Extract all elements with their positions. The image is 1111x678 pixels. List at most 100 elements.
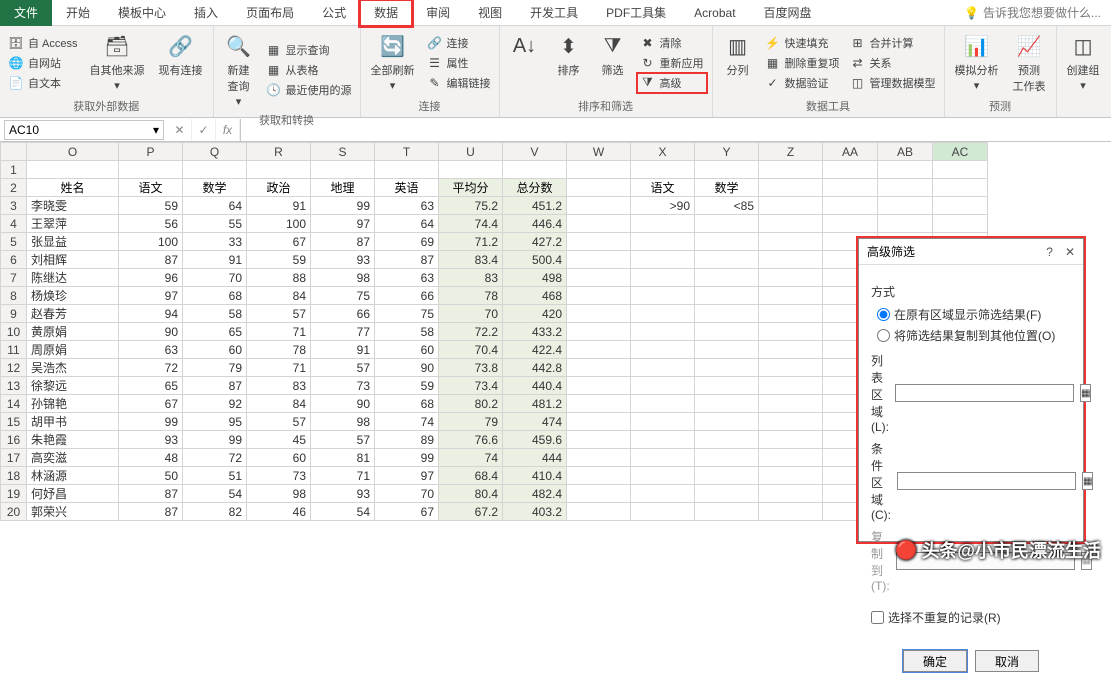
group-label <box>1063 112 1104 117</box>
what-if[interactable]: 📊模拟分析▾ <box>951 29 1003 96</box>
relationships[interactable]: ⇄关系 <box>848 54 938 72</box>
col-header[interactable]: U <box>439 143 503 161</box>
refresh-all[interactable]: 🔄全部刷新▾ <box>367 29 419 96</box>
tab-insert[interactable]: 插入 <box>180 0 232 26</box>
remove-dup[interactable]: ▦删除重复项 <box>763 54 842 72</box>
list-range-label: 列表区域(L): <box>871 352 889 434</box>
web-icon: 🌐 <box>8 55 24 71</box>
advanced-icon: ⧩ <box>640 75 656 91</box>
radio-copy-to[interactable]: 将筛选结果复制到其他位置(O) <box>871 325 1071 346</box>
tab-file[interactable]: 文件 <box>0 0 52 26</box>
range-picker-icon[interactable]: ▦ <box>1080 384 1091 402</box>
from-table[interactable]: ▦从表格 <box>264 61 354 79</box>
cancel-button[interactable]: 取消 <box>975 650 1039 672</box>
tell-me[interactable]: 💡告诉我您想要做什么... <box>954 0 1111 25</box>
group-connections: 🔄全部刷新▾ 🔗连接 ☰属性 ✎编辑链接 连接 <box>361 26 500 117</box>
from-other[interactable]: 🗃自其他来源▾ <box>86 29 149 96</box>
sort-az[interactable]: A↓ <box>506 29 544 96</box>
tab-formulas[interactable]: 公式 <box>308 0 360 26</box>
col-header[interactable]: Q <box>183 143 247 161</box>
col-header[interactable]: Z <box>759 143 823 161</box>
rel-icon: ⇄ <box>850 55 866 71</box>
whatif-icon: 📊 <box>962 31 992 61</box>
create-group[interactable]: ◫创建组▾ <box>1063 29 1104 112</box>
tab-templates[interactable]: 模板中心 <box>104 0 180 26</box>
from-text[interactable]: 📄自文本 <box>6 74 80 92</box>
clear-filter[interactable]: ✖清除 <box>638 34 706 52</box>
ribbon: 🗄自 Access 🌐自网站 📄自文本 🗃自其他来源▾ 🔗现有连接 获取外部数据… <box>0 26 1111 118</box>
group-get-transform: 🔍新建 查询▾ ▦显示查询 ▦从表格 🕓最近使用的源 获取和转换 <box>214 26 361 117</box>
criteria-range-input[interactable] <box>897 472 1076 490</box>
tab-acrobat[interactable]: Acrobat <box>680 0 749 26</box>
tab-page-layout[interactable]: 页面布局 <box>232 0 308 26</box>
connections[interactable]: 🔗连接 <box>425 34 493 52</box>
dialog-help[interactable]: ? <box>1046 245 1053 259</box>
group-label: 连接 <box>367 96 493 117</box>
col-header[interactable]: W <box>567 143 631 161</box>
cancel-formula[interactable]: ✕ <box>168 119 192 141</box>
col-header[interactable]: AA <box>823 143 878 161</box>
recent-sources[interactable]: 🕓最近使用的源 <box>264 81 354 99</box>
ribbon-tabs: 文件 开始 模板中心 插入 页面布局 公式 数据 审阅 视图 开发工具 PDF工… <box>0 0 1111 26</box>
col-header[interactable] <box>1 143 27 161</box>
name-box[interactable]: AC10▾ <box>4 120 164 140</box>
edit-links[interactable]: ✎编辑链接 <box>425 74 493 92</box>
group-label: 排序和筛选 <box>506 96 706 117</box>
from-web[interactable]: 🌐自网站 <box>6 54 80 72</box>
forecast-sheet[interactable]: 📈预测 工作表 <box>1009 29 1050 96</box>
col-header[interactable]: AB <box>878 143 933 161</box>
bulb-icon: 💡 <box>964 6 979 20</box>
col-header[interactable]: X <box>631 143 695 161</box>
list-icon: ▦ <box>266 42 282 58</box>
tab-review[interactable]: 审阅 <box>412 0 464 26</box>
cols-icon: ▥ <box>723 31 753 61</box>
tab-developer[interactable]: 开发工具 <box>516 0 592 26</box>
text-to-columns[interactable]: ▥分列 <box>719 29 757 96</box>
copy-to-label: 复制到(T): <box>871 528 890 593</box>
sort-icon: ⬍ <box>554 31 584 61</box>
filter[interactable]: ⧩筛选 <box>594 29 632 96</box>
col-header[interactable]: T <box>375 143 439 161</box>
fx-button[interactable]: fx <box>216 119 240 141</box>
col-header[interactable]: V <box>503 143 567 161</box>
range-picker-icon[interactable]: ▦ <box>1082 472 1093 490</box>
col-header[interactable]: O <box>27 143 119 161</box>
dialog-title: 高级筛选 <box>867 243 915 260</box>
reapply[interactable]: ↻重新应用 <box>638 54 706 72</box>
tab-view[interactable]: 视图 <box>464 0 516 26</box>
flash-fill[interactable]: ⚡快速填充 <box>763 34 842 52</box>
col-header[interactable]: P <box>119 143 183 161</box>
radio-in-place[interactable]: 在原有区域显示筛选结果(F) <box>871 304 1071 325</box>
group-external-data: 🗄自 Access 🌐自网站 📄自文本 🗃自其他来源▾ 🔗现有连接 获取外部数据 <box>0 26 214 117</box>
col-header[interactable]: Y <box>695 143 759 161</box>
unique-records-check[interactable]: 选择不重复的记录(R) <box>871 609 1071 626</box>
advanced-filter-dialog: 高级筛选 ? ✕ 方式 在原有区域显示筛选结果(F) 将筛选结果复制到其他位置(… <box>858 238 1084 542</box>
tab-baidu[interactable]: 百度网盘 <box>750 0 826 26</box>
col-header[interactable]: S <box>311 143 375 161</box>
properties[interactable]: ☰属性 <box>425 54 493 72</box>
manage-model[interactable]: ◫管理数据模型 <box>848 74 938 92</box>
tab-home[interactable]: 开始 <box>52 0 104 26</box>
chevron-down-icon[interactable]: ▾ <box>153 123 159 137</box>
model-icon: ◫ <box>850 75 866 91</box>
ok-button[interactable]: 确定 <box>903 650 967 672</box>
list-range-input[interactable] <box>895 384 1074 402</box>
new-query[interactable]: 🔍新建 查询▾ <box>220 29 258 110</box>
consolidate[interactable]: ⊞合并计算 <box>848 34 938 52</box>
dialog-close[interactable]: ✕ <box>1065 245 1075 259</box>
col-header[interactable]: AC <box>933 143 988 161</box>
logo-icon: 🔴 <box>895 540 917 561</box>
enter-formula[interactable]: ✓ <box>192 119 216 141</box>
col-header[interactable]: R <box>247 143 311 161</box>
from-access[interactable]: 🗄自 Access <box>6 34 80 52</box>
advanced-filter[interactable]: ⧩高级 <box>638 74 706 92</box>
refresh-icon: 🔄 <box>378 31 408 61</box>
conn-icon: 🔗 <box>166 31 196 61</box>
show-queries[interactable]: ▦显示查询 <box>264 41 354 59</box>
tab-data[interactable]: 数据 <box>360 0 412 26</box>
tab-pdf[interactable]: PDF工具集 <box>592 0 680 26</box>
sort[interactable]: ⬍排序 <box>550 29 588 96</box>
existing-conn[interactable]: 🔗现有连接 <box>155 29 207 96</box>
data-validation[interactable]: ✓数据验证 <box>763 74 842 92</box>
formula-input[interactable] <box>240 119 1111 141</box>
